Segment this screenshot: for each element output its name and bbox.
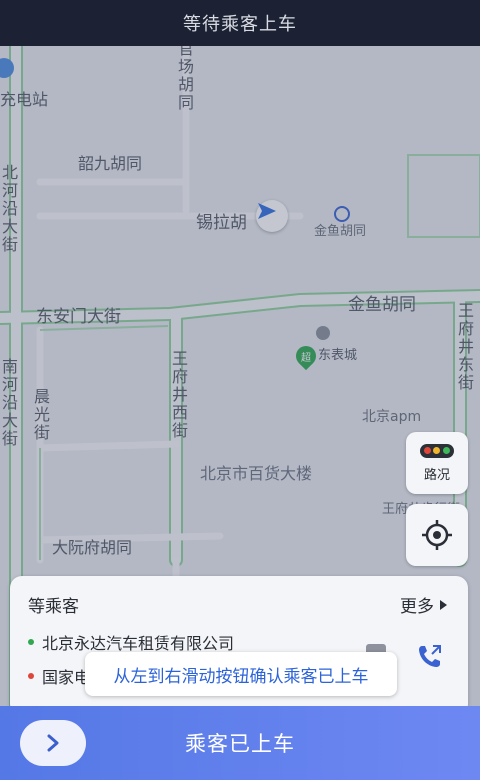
page-title: 等待乘客上车 bbox=[183, 14, 297, 35]
locate-button[interactable] bbox=[406, 504, 468, 566]
phone-icon bbox=[419, 645, 441, 667]
traffic-button[interactable]: 路况 bbox=[406, 432, 468, 494]
dropoff-dot-icon bbox=[28, 673, 34, 679]
more-label: 更多 bbox=[400, 597, 434, 617]
chevron-right-icon bbox=[47, 734, 59, 752]
confirm-label: 乘客已上车 bbox=[185, 732, 295, 756]
slide-confirm-bar[interactable]: 乘客已上车 bbox=[0, 706, 480, 780]
dropoff-row: 国家电 bbox=[28, 664, 90, 688]
more-button[interactable]: 更多 bbox=[400, 592, 448, 617]
dropoff-address: 国家电 bbox=[42, 668, 91, 687]
caret-right-icon bbox=[440, 599, 447, 610]
traffic-light-icon bbox=[420, 443, 454, 458]
slide-hint-text: 从左到右滑动按钮确认乘客已上车 bbox=[113, 666, 369, 687]
pickup-address: 北京永达汽车租赁有限公司 bbox=[42, 634, 235, 653]
crosshair-icon bbox=[422, 520, 452, 550]
traffic-light-red bbox=[424, 447, 432, 454]
call-button[interactable] bbox=[414, 640, 446, 672]
traffic-label: 路况 bbox=[423, 467, 450, 483]
header-bar: 等待乘客上车 bbox=[0, 0, 480, 46]
slide-hint-tooltip: 从左到右滑动按钮确认乘客已上车 bbox=[85, 652, 397, 696]
pickup-dot-icon bbox=[28, 639, 34, 645]
pickup-row: 北京永达汽车租赁有限公司 bbox=[28, 630, 234, 654]
slide-handle[interactable] bbox=[20, 720, 86, 766]
traffic-light-green bbox=[442, 447, 450, 454]
order-status: 等乘客 bbox=[28, 597, 79, 617]
traffic-light-yellow bbox=[433, 447, 441, 454]
